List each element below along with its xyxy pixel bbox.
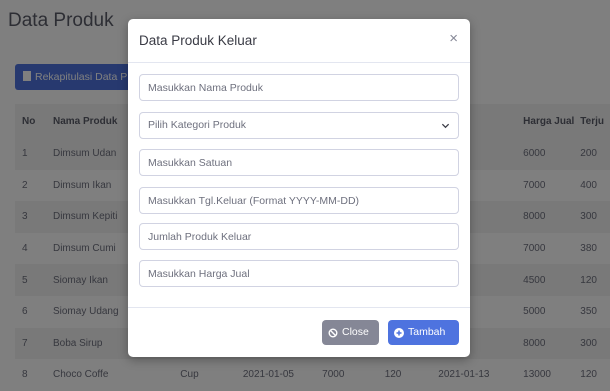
- plus-circle-icon: [394, 327, 404, 338]
- tambah-button[interactable]: Tambah: [388, 320, 459, 345]
- harga-jual-input[interactable]: [139, 260, 459, 287]
- modal-header: Data Produk Keluar ×: [128, 19, 470, 63]
- ban-icon: [328, 328, 338, 337]
- nama-produk-input[interactable]: [139, 74, 459, 101]
- close-icon[interactable]: ×: [449, 31, 458, 47]
- produk-keluar-modal: Data Produk Keluar × Pilih Kategori Prod…: [128, 19, 470, 357]
- close-button-label: Close: [342, 326, 369, 338]
- chevron-down-icon: [441, 123, 450, 129]
- tambah-button-label: Tambah: [408, 326, 446, 338]
- tgl-keluar-input[interactable]: [139, 187, 459, 214]
- kategori-selected-value: Pilih Kategori Produk: [148, 119, 247, 131]
- jumlah-produk-input[interactable]: [139, 223, 459, 250]
- close-button[interactable]: Close: [322, 320, 379, 345]
- modal-title: Data Produk Keluar: [139, 33, 257, 48]
- kategori-select[interactable]: Pilih Kategori Produk: [139, 112, 459, 139]
- satuan-input[interactable]: [139, 149, 459, 176]
